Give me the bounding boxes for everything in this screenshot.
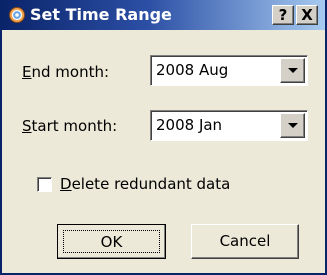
chevron-down-icon[interactable] [280,58,305,83]
start-month-value: 2008 Jan [156,116,223,134]
start-month-mnemonic: S [22,117,32,135]
dialog-title: Set Time Range [30,5,172,24]
start-month-select[interactable]: 2008 Jan [150,110,308,141]
start-month-label: Start month: [22,117,117,135]
delete-redundant-checkbox[interactable] [37,177,52,192]
app-icon [9,7,25,23]
close-button[interactable]: X [296,5,318,25]
help-button[interactable]: ? [272,5,294,25]
cancel-button[interactable]: Cancel [191,224,299,259]
ok-button-label: OK [63,230,160,253]
delete-redundant-label-text: elete redundant data [71,175,231,193]
end-month-value: 2008 Aug [156,61,229,79]
start-month-label-text: tart month: [31,117,118,135]
end-month-label: End month: [22,63,109,81]
title-bar[interactable]: Set Time Range ? X [2,0,325,30]
delete-redundant-label[interactable]: Delete redundant data [60,175,230,193]
chevron-down-icon[interactable] [280,113,305,138]
end-month-label-text: nd month: [31,63,110,81]
ok-button[interactable]: OK [57,224,166,259]
end-month-select[interactable]: 2008 Aug [150,55,308,86]
delete-redundant-mnemonic: D [60,175,72,193]
set-time-range-dialog: Set Time Range ? X End month: 2008 Aug S… [0,0,327,275]
